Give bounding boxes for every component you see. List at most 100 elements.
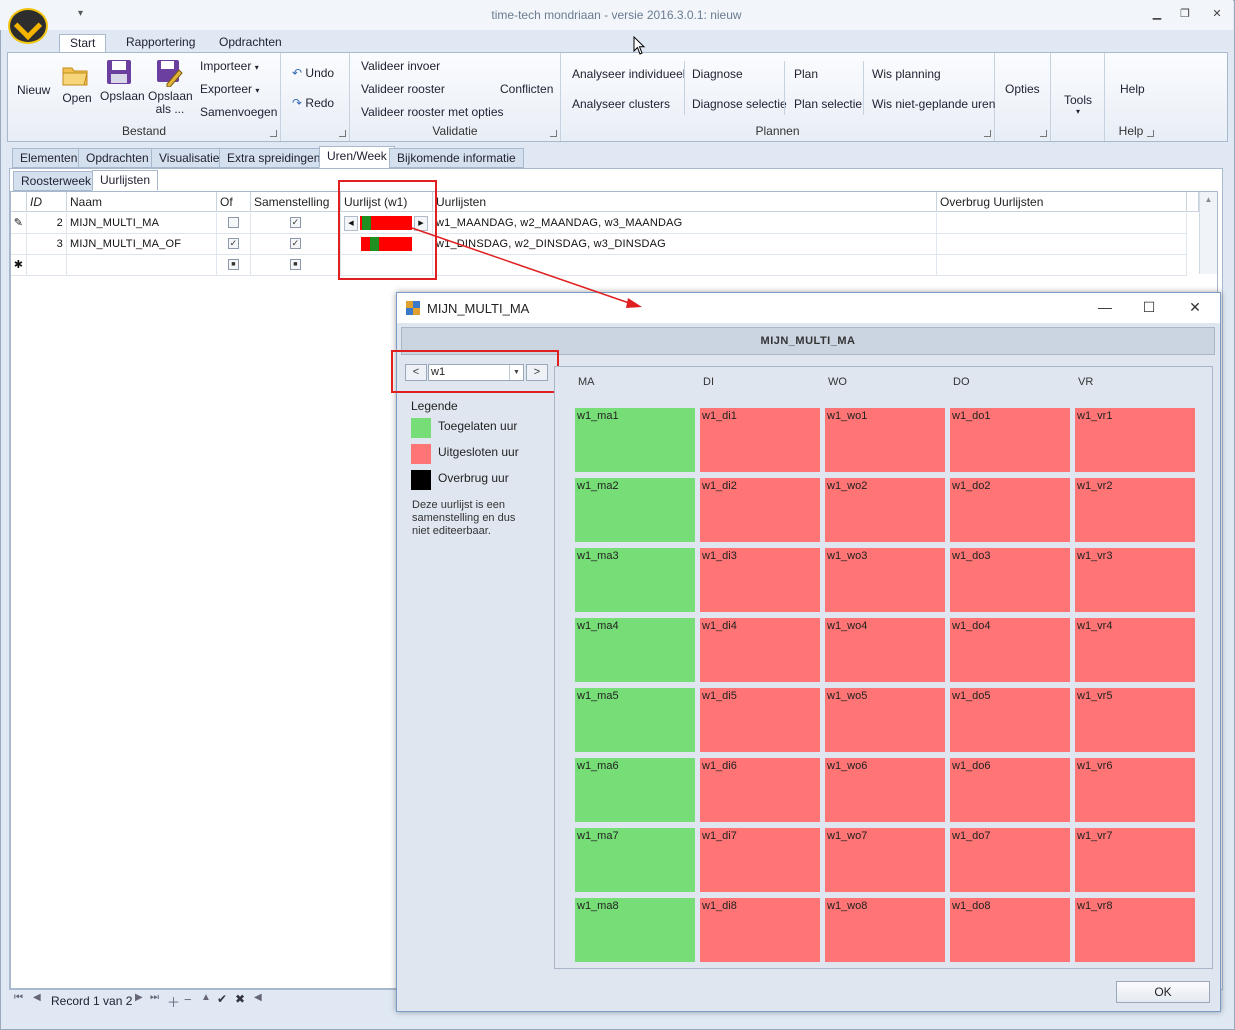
of-checkbox-indeterminate[interactable]: ■	[228, 259, 239, 270]
cell-uurlijsten[interactable]: w1_DINSDAG, w2_DINSDAG, w3_DINSDAG	[433, 234, 937, 255]
ribbon-tab-rapportering[interactable]: Rapportering	[116, 34, 205, 53]
hour-slot[interactable]: w1_vr7	[1075, 828, 1195, 892]
hour-slot[interactable]: w1_wo3	[825, 548, 945, 612]
dialog-maximize-button[interactable]: ☐	[1139, 299, 1159, 317]
help-button[interactable]: Help	[1120, 82, 1145, 96]
prev-record-icon[interactable]: ◀	[33, 992, 41, 1003]
column-header-id[interactable]: ID	[27, 192, 67, 212]
hour-slot[interactable]: w1_wo8	[825, 898, 945, 962]
hour-slot[interactable]: w1_wo1	[825, 408, 945, 472]
ribbon-tab-opdrachten[interactable]: Opdrachten	[209, 34, 292, 53]
conflicten-button[interactable]: Conflicten	[500, 82, 553, 96]
hour-slot[interactable]: w1_vr8	[1075, 898, 1195, 962]
opslaan-als-button[interactable]: Opslaan als ...	[148, 57, 193, 116]
subtab-uurlijsten[interactable]: Uurlijsten	[92, 170, 159, 191]
hour-slot[interactable]: w1_vr4	[1075, 618, 1195, 682]
restore-button[interactable]: ❐	[1174, 6, 1196, 22]
analyseer-clusters-button[interactable]: Analyseer clusters	[572, 97, 670, 111]
hour-slot[interactable]: w1_ma5	[575, 688, 695, 752]
edit-record-icon[interactable]: ▲	[201, 992, 211, 1003]
analyseer-individueel-button[interactable]: Analyseer individueel	[572, 67, 685, 81]
hour-slot[interactable]: w1_di4	[700, 618, 820, 682]
next-record-icon[interactable]: ▶	[135, 992, 143, 1003]
dialog-close-button[interactable]: ✕	[1185, 299, 1205, 317]
hour-slot[interactable]: w1_vr5	[1075, 688, 1195, 752]
tab-bijkomende-informatie[interactable]: Bijkomende informatie	[389, 148, 524, 168]
hour-slot[interactable]: w1_vr2	[1075, 478, 1195, 542]
close-button[interactable]: ✕	[1206, 6, 1228, 22]
dialog-launcher-icon[interactable]	[270, 130, 277, 137]
hour-slot[interactable]: w1_ma3	[575, 548, 695, 612]
hour-slot[interactable]: w1_ma1	[575, 408, 695, 472]
plan-selectie-button[interactable]: Plan selectie	[794, 97, 862, 111]
hour-slot[interactable]: w1_di2	[700, 478, 820, 542]
column-header-overbrug-uurlijsten[interactable]: Overbrug Uurlijsten	[937, 192, 1187, 212]
open-button[interactable]: Open	[60, 59, 94, 105]
hour-slot[interactable]: w1_ma2	[575, 478, 695, 542]
dialog-launcher-icon[interactable]	[1040, 130, 1047, 137]
dialog-launcher-icon[interactable]	[550, 130, 557, 137]
hour-slot[interactable]: w1_vr6	[1075, 758, 1195, 822]
first-record-icon[interactable]: ⏮	[14, 992, 23, 1003]
ok-button[interactable]: OK	[1116, 981, 1210, 1003]
cell-samenstelling-new[interactable]: ■	[251, 255, 341, 276]
hour-slot[interactable]: w1_vr1	[1075, 408, 1195, 472]
column-header-samenstelling[interactable]: Samenstelling	[251, 192, 341, 212]
tab-elementen[interactable]: Elementen	[12, 148, 86, 168]
hour-slot[interactable]: w1_ma6	[575, 758, 695, 822]
hour-slot[interactable]: w1_do5	[950, 688, 1070, 752]
subtab-roosterweek[interactable]: Roosterweek	[13, 171, 100, 191]
hour-slot[interactable]: w1_di7	[700, 828, 820, 892]
hour-slot[interactable]: w1_do4	[950, 618, 1070, 682]
exporteer-dropdown[interactable]: Exporteer ▾	[200, 82, 259, 96]
hour-slot[interactable]: w1_do1	[950, 408, 1070, 472]
hour-slot[interactable]: w1_wo5	[825, 688, 945, 752]
hour-slot[interactable]: w1_wo4	[825, 618, 945, 682]
of-checkbox[interactable]: ✓	[228, 238, 239, 249]
vertical-scrollbar[interactable]: ▲	[1199, 192, 1217, 274]
hour-slot[interactable]: w1_di6	[700, 758, 820, 822]
cell-overbrug[interactable]	[937, 234, 1187, 255]
hour-slot[interactable]: w1_do8	[950, 898, 1070, 962]
cell-id-new[interactable]	[27, 255, 67, 276]
valideer-invoer-button[interactable]: Valideer invoer	[361, 59, 440, 73]
plan-button[interactable]: Plan	[794, 67, 818, 81]
cell-of[interactable]	[217, 213, 251, 234]
tab-visualisatie[interactable]: Visualisatie	[151, 148, 228, 168]
cancel-record-icon[interactable]: ✖	[235, 992, 245, 1006]
cell-id[interactable]: 3	[27, 234, 67, 255]
hour-slot[interactable]: w1_wo2	[825, 478, 945, 542]
cell-samenstelling[interactable]: ✓	[251, 234, 341, 255]
undo-button[interactable]: ↶ Undo	[292, 66, 334, 80]
samenstelling-checkbox-indeterminate[interactable]: ■	[290, 259, 301, 270]
hour-slot[interactable]: w1_wo7	[825, 828, 945, 892]
valideer-rooster-button[interactable]: Valideer rooster	[361, 82, 445, 96]
hour-slot[interactable]: w1_wo6	[825, 758, 945, 822]
cell-uurlijsten-new[interactable]	[433, 255, 937, 276]
cell-overbrug[interactable]	[937, 213, 1187, 234]
dialog-launcher-icon[interactable]	[984, 130, 991, 137]
column-header-naam[interactable]: Naam	[67, 192, 217, 212]
hour-slot[interactable]: w1_di8	[700, 898, 820, 962]
hour-slot[interactable]: w1_di1	[700, 408, 820, 472]
dialog-launcher-icon[interactable]	[339, 130, 346, 137]
column-header-of[interactable]: Of	[217, 192, 251, 212]
tab-opdrachten[interactable]: Opdrachten	[78, 148, 157, 168]
dialog-minimize-button[interactable]: —	[1095, 299, 1115, 317]
save-record-icon[interactable]: ✔	[217, 992, 227, 1006]
importeer-dropdown[interactable]: Importeer ▾	[200, 59, 259, 73]
hour-slot[interactable]: w1_do7	[950, 828, 1070, 892]
cell-naam[interactable]: MIJN_MULTI_MA	[67, 213, 217, 234]
opslaan-button[interactable]: Opslaan	[100, 57, 145, 103]
cell-naam[interactable]: MIJN_MULTI_MA_OF	[67, 234, 217, 255]
delete-record-icon[interactable]: −	[184, 992, 192, 1007]
hour-slot[interactable]: w1_di5	[700, 688, 820, 752]
diagnose-selectie-button[interactable]: Diagnose selectie	[692, 97, 787, 111]
wis-niet-geplande-uren-button[interactable]: Wis niet-geplande uren	[872, 97, 995, 111]
hour-slot[interactable]: w1_di3	[700, 548, 820, 612]
tab-uren-week[interactable]: Uren/Week	[319, 146, 395, 168]
hour-slot[interactable]: w1_ma8	[575, 898, 695, 962]
valideer-rooster-opties-button[interactable]: Valideer rooster met opties	[361, 105, 504, 119]
of-checkbox[interactable]	[228, 217, 239, 228]
hour-slot[interactable]: w1_vr3	[1075, 548, 1195, 612]
